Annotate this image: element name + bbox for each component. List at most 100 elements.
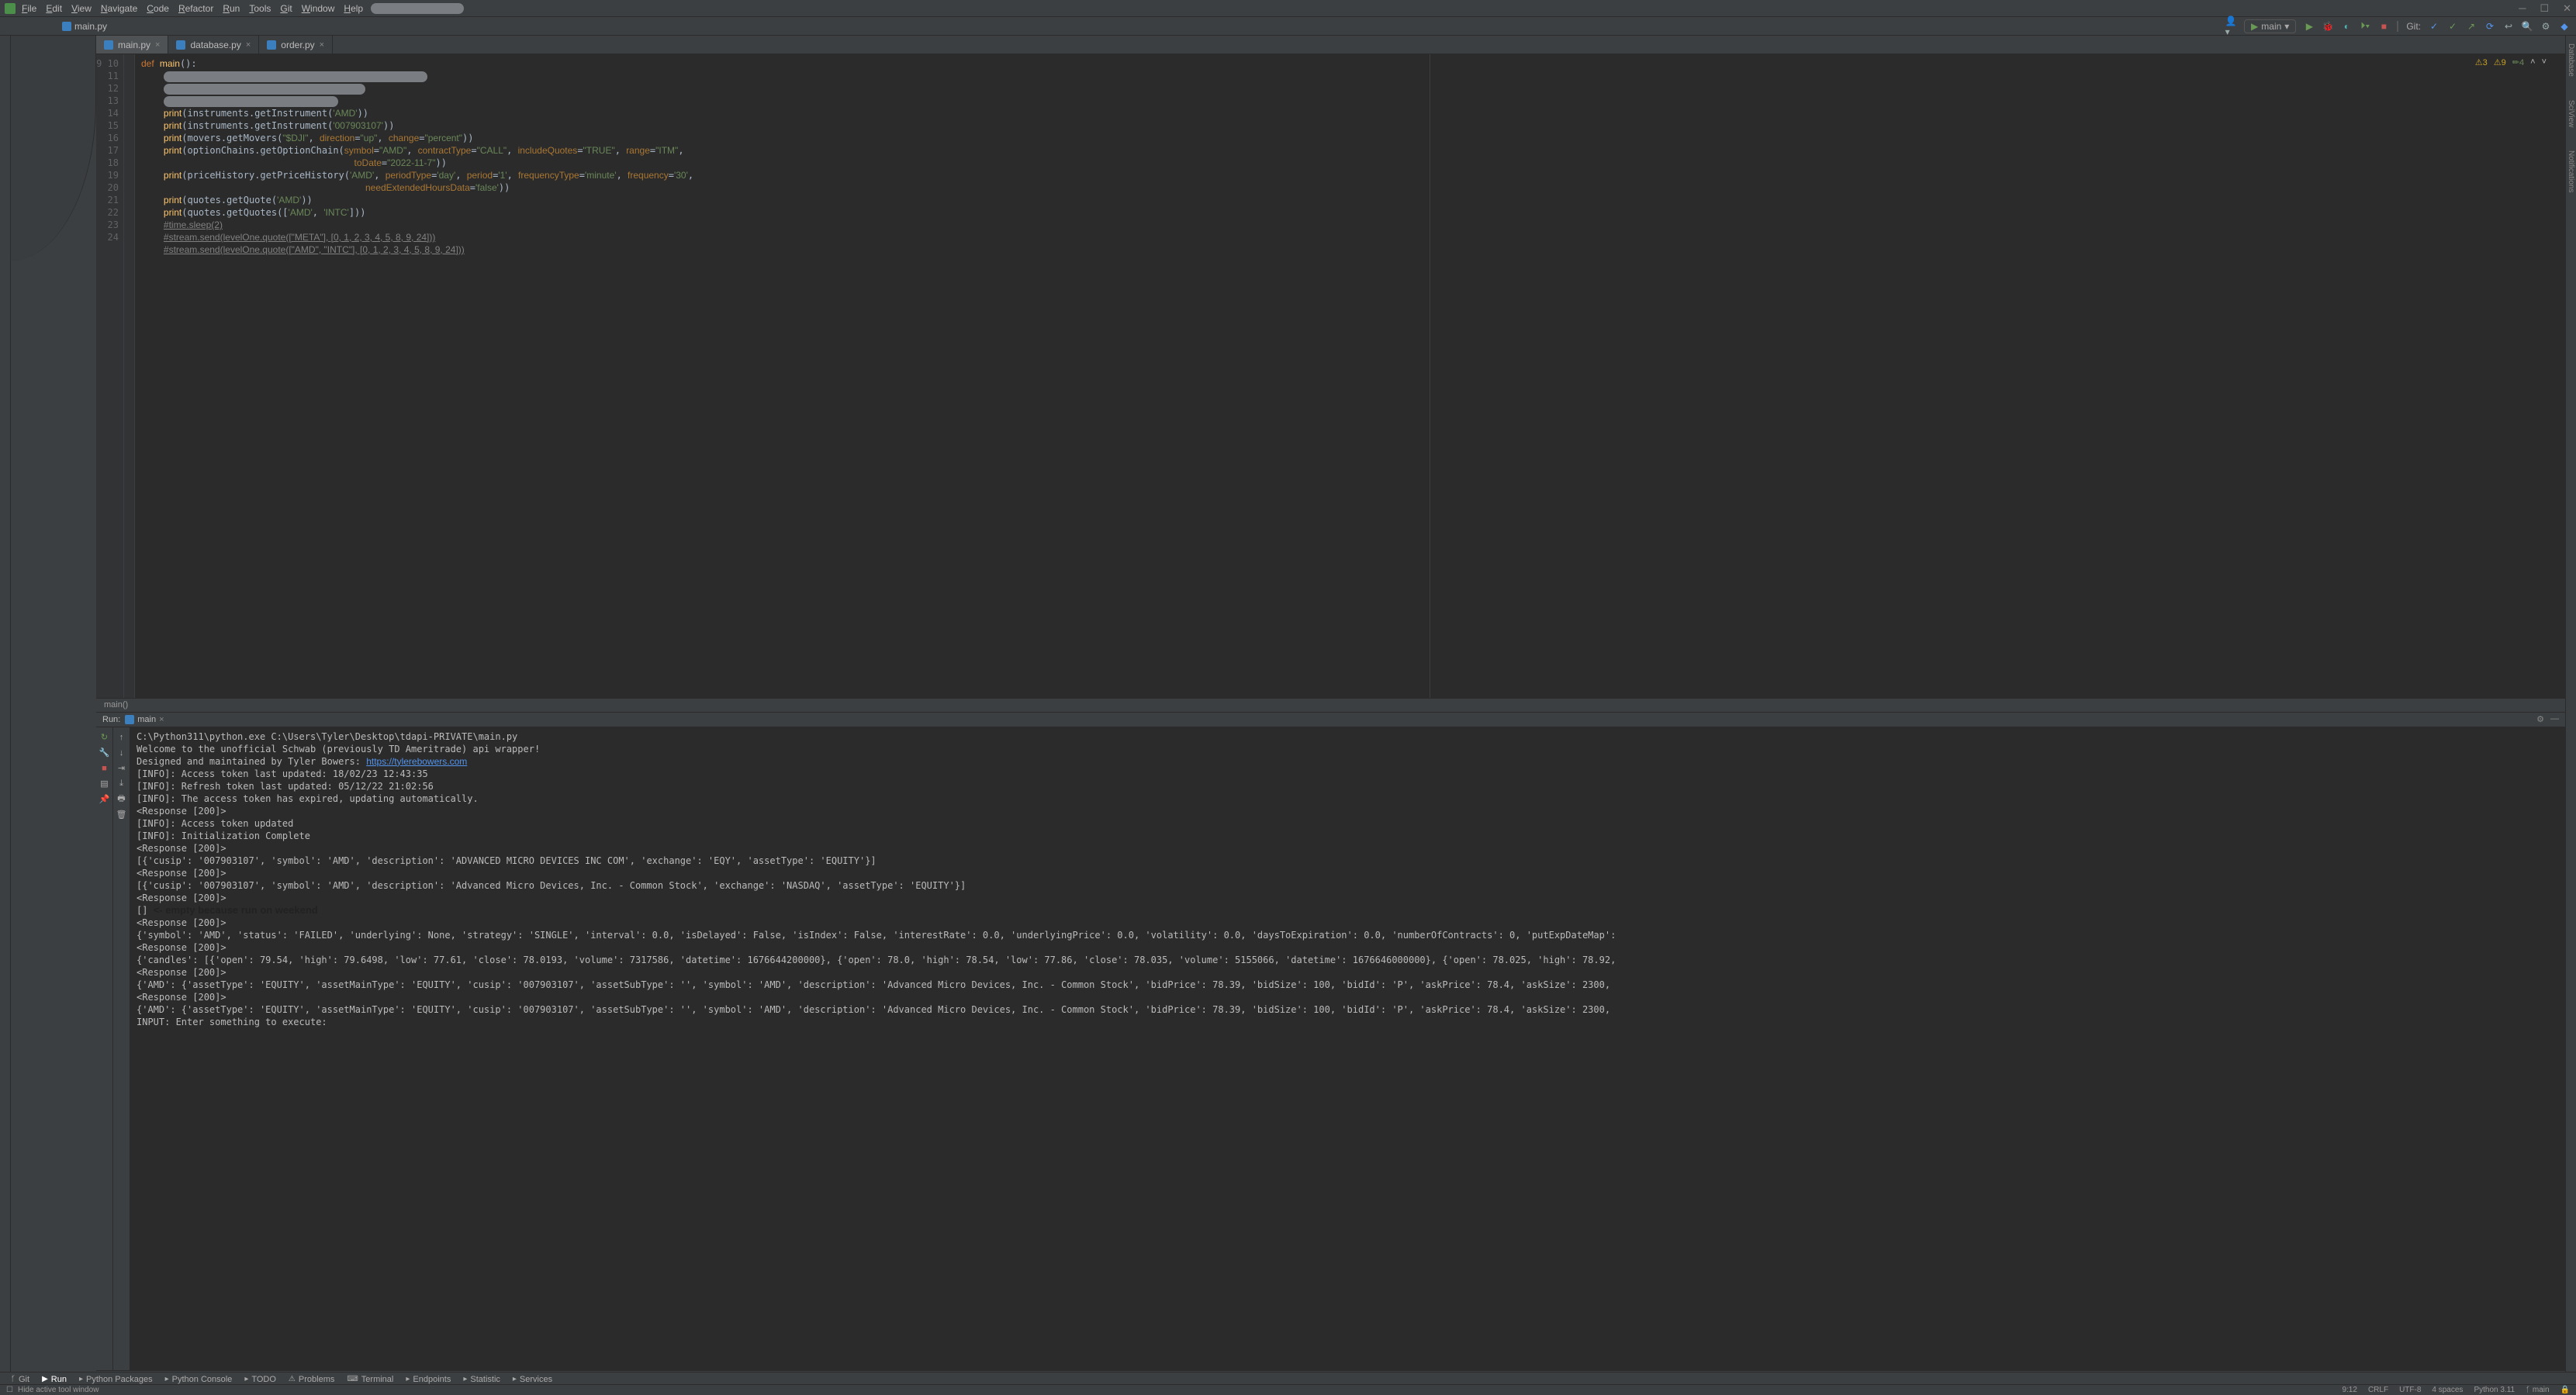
- indent-setting[interactable]: 4 spaces: [2432, 1386, 2463, 1394]
- python-file-icon: [267, 40, 276, 50]
- git-commit-icon[interactable]: ✓: [2447, 21, 2458, 32]
- tab-close-icon[interactable]: ×: [155, 40, 160, 50]
- menu-view[interactable]: View: [71, 3, 92, 14]
- menu-refactor[interactable]: Refactor: [178, 3, 213, 14]
- caret-position[interactable]: 9:12: [2342, 1386, 2356, 1394]
- ide-updates-icon[interactable]: ◆: [2559, 21, 2570, 32]
- toolbar-right: 👤▾ ▶ main ▾ ▶ 🐞 ◐ ⏵▾ ■ Git: ✓ ✓ ↗ ⟳ ↩ 🔍 …: [2225, 19, 2570, 33]
- run-stop-attach-icon[interactable]: 🔧: [99, 748, 110, 758]
- menu-code[interactable]: Code: [147, 3, 169, 14]
- git-branch[interactable]: ᚶ main: [2526, 1386, 2549, 1394]
- scroll-up-icon[interactable]: ↑: [116, 732, 127, 743]
- expand-up-icon[interactable]: ˄: [2530, 57, 2535, 67]
- clear-icon[interactable]: 🗑: [116, 810, 127, 820]
- tab-close-icon[interactable]: ×: [320, 40, 324, 50]
- run-layout-icon[interactable]: ▤: [99, 779, 110, 789]
- search-icon[interactable]: 🔍: [2522, 21, 2533, 32]
- left-gutter: [0, 36, 11, 1376]
- code-editor[interactable]: ⚠3 ⚠9 ✏4 ˄ ˅ 9 10 11 12 13 14 15 16 17 1…: [96, 54, 2565, 698]
- git-rollback-icon[interactable]: ↩: [2503, 21, 2514, 32]
- status-window-icon[interactable]: ☐: [6, 1386, 13, 1394]
- git-update-icon[interactable]: ✓: [2429, 21, 2439, 32]
- soft-wrap-icon[interactable]: ⇥: [116, 763, 127, 774]
- app-logo-icon: [5, 3, 16, 14]
- rerun-icon[interactable]: ↻: [99, 732, 110, 743]
- run-icon[interactable]: ▶: [2304, 21, 2315, 32]
- bottom-tool-services[interactable]: ▸Services: [513, 1375, 552, 1384]
- scroll-down-icon[interactable]: ↓: [116, 748, 127, 758]
- breadcrumb-file[interactable]: main.py: [74, 21, 107, 32]
- bottom-tool-python-packages[interactable]: ▸Python Packages: [79, 1375, 153, 1384]
- run-tool-header: Run: main × ⚙ —: [96, 712, 2565, 727]
- git-history-icon[interactable]: ⟳: [2484, 21, 2495, 32]
- typos-badge[interactable]: ✏4: [2512, 57, 2524, 67]
- stop-icon[interactable]: ■: [2378, 21, 2389, 32]
- run-stop-icon[interactable]: ■: [99, 763, 110, 774]
- python-file-icon: [104, 40, 113, 50]
- menu-tools[interactable]: Tools: [249, 3, 271, 14]
- minimize-icon[interactable]: ─: [2519, 2, 2526, 15]
- run-tab-close-icon[interactable]: ×: [159, 715, 164, 724]
- menu-edit[interactable]: Edit: [46, 3, 62, 14]
- menu-window[interactable]: Window: [302, 3, 335, 14]
- bottom-tool-endpoints[interactable]: ▸Endpoints: [406, 1375, 451, 1384]
- run-side-toolbar-1: ↻ 🔧 ■ ▤ 📌: [96, 727, 113, 1371]
- bottom-tool-terminal[interactable]: ⌨Terminal: [347, 1375, 393, 1384]
- scroll-to-end-icon[interactable]: ⤓: [116, 779, 127, 789]
- navigation-bar: main.py 👤▾ ▶ main ▾ ▶ 🐞 ◐ ⏵▾ ■ Git: ✓ ✓ …: [0, 17, 2576, 36]
- git-push-icon[interactable]: ↗: [2466, 21, 2477, 32]
- main-menu: File Edit View Navigate Code Refactor Run Tools…: [22, 3, 363, 14]
- print-icon[interactable]: 🖶: [116, 794, 127, 805]
- redacted-title: [371, 3, 464, 14]
- bottom-tool-run[interactable]: ▶Run: [42, 1375, 67, 1384]
- run-config-label: main: [2261, 21, 2281, 32]
- bottom-tool-todo[interactable]: ▸TODO: [244, 1375, 276, 1384]
- bottom-tool-statistic[interactable]: ▸Statistic: [463, 1375, 500, 1384]
- code-area[interactable]: def main(): print(instruments.getInstrum…: [135, 54, 2565, 698]
- tab-database-py[interactable]: database.py×: [168, 36, 259, 54]
- line-number-gutter[interactable]: 9 10 11 12 13 14 15 16 17 18 19 20 21 22…: [96, 54, 124, 698]
- run-header-config[interactable]: main: [137, 715, 156, 724]
- run-config-icon: ▶: [2251, 21, 2258, 32]
- profile-icon[interactable]: ⏵▾: [2360, 21, 2370, 32]
- maximize-icon[interactable]: ☐: [2540, 2, 2549, 15]
- line-separator[interactable]: CRLF: [2368, 1386, 2388, 1394]
- right-tool-notifications[interactable]: Notifications: [2567, 150, 2575, 192]
- editor-breadcrumb[interactable]: main(): [96, 698, 2565, 712]
- right-tool-database[interactable]: Database: [2567, 43, 2575, 77]
- expand-down-icon[interactable]: ˅: [2542, 57, 2547, 67]
- bottom-tool-git[interactable]: ᚶGit: [11, 1375, 29, 1384]
- user-dropdown-icon[interactable]: 👤▾: [2225, 21, 2236, 32]
- debug-icon[interactable]: 🐞: [2322, 21, 2333, 32]
- git-label: Git:: [2406, 21, 2421, 32]
- run-hide-icon[interactable]: —: [2550, 714, 2559, 724]
- menu-run[interactable]: Run: [223, 3, 240, 14]
- tab-close-icon[interactable]: ×: [246, 40, 251, 50]
- run-pin-icon[interactable]: 📌: [99, 794, 110, 805]
- weak-warnings-badge[interactable]: ⚠9: [2494, 57, 2506, 67]
- inspection-badges[interactable]: ⚠3 ⚠9 ✏4 ˄ ˅: [2475, 57, 2547, 67]
- run-settings-icon[interactable]: ⚙: [2536, 714, 2544, 724]
- interpreter[interactable]: Python 3.11: [2474, 1386, 2515, 1394]
- editor-column: main.py×database.py×order.py× ⚠3 ⚠9 ✏4 ˄…: [96, 36, 2565, 1376]
- chevron-down-icon: ▾: [2284, 21, 2289, 32]
- close-icon[interactable]: ✕: [2563, 2, 2571, 15]
- coverage-icon[interactable]: ◐: [2341, 21, 2352, 32]
- file-encoding[interactable]: UTF-8: [2399, 1386, 2421, 1394]
- fold-gutter[interactable]: [124, 54, 135, 698]
- bottom-tool-problems[interactable]: ⚠Problems: [289, 1375, 334, 1384]
- warnings-badge[interactable]: ⚠3: [2475, 57, 2488, 67]
- python-icon: [125, 715, 134, 724]
- menu-git[interactable]: Git: [280, 3, 292, 14]
- bottom-tool-python-console[interactable]: ▸Python Console: [165, 1375, 233, 1384]
- menu-navigate[interactable]: Navigate: [101, 3, 137, 14]
- menu-file[interactable]: File: [22, 3, 36, 14]
- tab-main-py[interactable]: main.py×: [96, 36, 168, 54]
- right-tool-sciview[interactable]: SciView: [2567, 100, 2575, 127]
- readonly-lock-icon[interactable]: 🔒: [2560, 1386, 2570, 1394]
- tab-order-py[interactable]: order.py×: [259, 36, 333, 54]
- run-config-selector[interactable]: ▶ main ▾: [2244, 19, 2296, 33]
- settings-icon[interactable]: ⚙: [2540, 21, 2551, 32]
- console-output[interactable]: C:\Python311\python.exe C:\Users\Tyler\D…: [130, 727, 2565, 1371]
- menu-help[interactable]: Help: [344, 3, 363, 14]
